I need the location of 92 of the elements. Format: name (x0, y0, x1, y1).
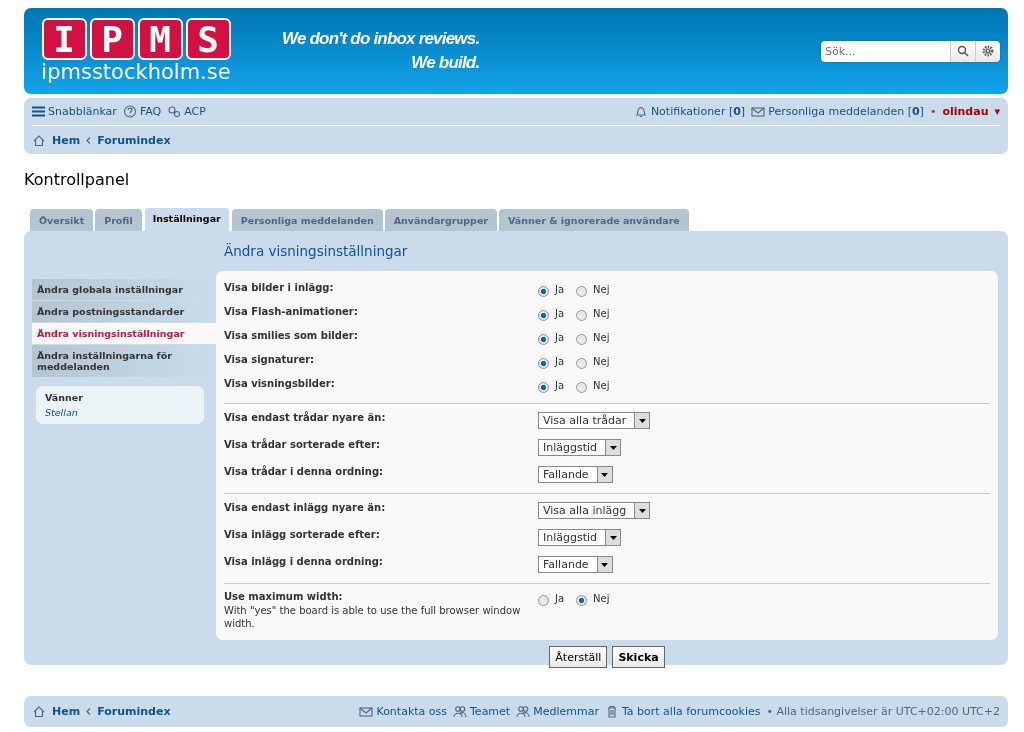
radio-option[interactable]: Nej (576, 378, 610, 393)
logo-letter: P (89, 18, 135, 60)
timezone-text: • Alla tidsangivelser är UTC+02:00 UTC+2 (766, 705, 1000, 718)
radio-option[interactable]: Ja (538, 354, 565, 369)
radio-button[interactable] (576, 382, 588, 393)
logo-domain: ipmsstockholm.se (41, 60, 231, 84)
panel-title: Ändra visningsinställningar (224, 243, 409, 259)
setting-label: Visa bilder i inlägg: (224, 282, 335, 293)
radio-button[interactable] (576, 334, 588, 345)
setting-label: Visa endast trådar nyare än: (224, 412, 387, 423)
people-icon (453, 705, 467, 718)
search-button[interactable] (950, 40, 975, 62)
sidebar-item[interactable]: Ändra visningsinställningar (32, 323, 216, 344)
dropdown[interactable]: Inläggstid (538, 529, 622, 546)
radio-button[interactable] (538, 310, 549, 321)
username-link[interactable]: olindau (942, 105, 989, 118)
acp-link[interactable]: ACP (167, 105, 206, 118)
radio-option[interactable]: Ja (538, 306, 565, 321)
breadcrumb-link[interactable]: Forumindex (97, 705, 171, 718)
radio-button[interactable] (538, 286, 549, 297)
setting-label: Visa trådar i denna ordning: (224, 466, 385, 477)
radio-option[interactable]: Ja (538, 591, 565, 606)
radio-option[interactable]: Ja (538, 378, 565, 393)
breadcrumb-link[interactable]: Forumindex (97, 133, 171, 147)
menu-icon (32, 106, 45, 117)
settings-button[interactable] (975, 40, 1000, 62)
setting-label: Visa visningsbilder: (224, 378, 336, 389)
slogan-text: We don't do inbox reviews. (282, 28, 480, 50)
setting-label: Visa endast inlägg nyare än: (224, 502, 387, 513)
radio-button[interactable] (538, 358, 549, 369)
footer-link[interactable]: Ta bort alla forumcookies (604, 705, 761, 718)
logo-letter: M (137, 18, 183, 60)
chevron-icon (86, 708, 92, 715)
radio-button[interactable] (538, 382, 549, 393)
dropdown[interactable]: Visa alla inlägg (538, 502, 651, 519)
tab[interactable]: Inställningar (143, 207, 230, 231)
radio-option[interactable]: Nej (576, 330, 610, 345)
page-title: Kontrollpanel (24, 170, 131, 189)
setting-label: Visa smilies som bilder: (224, 330, 359, 341)
search-icon (957, 45, 969, 57)
search-field[interactable]: Sök... (821, 40, 950, 62)
radio-button[interactable] (576, 595, 588, 606)
dropdown[interactable]: Visa alla trådar (538, 412, 651, 429)
help-icon (122, 105, 137, 118)
submit-button[interactable]: Skicka (612, 646, 665, 668)
setting-description: With "yes" the board is able to use the full browser window width. (224, 604, 522, 630)
messages-link[interactable]: Personliga meddelanden [0] (751, 105, 924, 118)
setting-label: Visa signaturer: (224, 354, 316, 365)
radio-button[interactable] (576, 286, 588, 297)
gears-icon (167, 105, 182, 118)
radio-option[interactable]: Nej (576, 354, 610, 369)
setting-label: Visa inlägg i denna ordning: (224, 556, 384, 567)
dropdown[interactable]: Fallande (538, 466, 613, 483)
envelope-icon (359, 705, 374, 718)
home-icon (32, 133, 46, 147)
friends-title: Vänner (45, 392, 84, 403)
logo-letter: S (185, 18, 231, 60)
breadcrumb-link[interactable]: Hem (52, 705, 81, 718)
quick-links-link[interactable]: Snabblänkar (32, 105, 117, 118)
breadcrumb-link[interactable]: Hem (52, 133, 81, 147)
radio-option[interactable]: Nej (576, 591, 610, 606)
radio-option[interactable]: Ja (538, 330, 565, 345)
footer-link[interactable]: Teamet (453, 705, 511, 718)
footer-link[interactable]: Medlemmar (516, 705, 599, 718)
people-icon (516, 705, 531, 718)
caret-icon[interactable]: ▾ (994, 105, 1000, 118)
envelope-icon (751, 105, 766, 118)
home-icon (32, 705, 46, 718)
setting-label: Visa inlägg sorterade efter: (224, 529, 381, 540)
radio-button[interactable] (576, 358, 588, 369)
radio-button[interactable] (576, 310, 588, 321)
separator-dot: • (929, 105, 937, 118)
radio-button[interactable] (538, 334, 549, 345)
radio-option[interactable]: Ja (538, 282, 565, 297)
settings-icon (982, 45, 994, 57)
radio-button[interactable] (538, 595, 549, 606)
dropdown[interactable]: Fallande (538, 556, 613, 573)
logo-letter: I (41, 18, 87, 60)
dropdown[interactable]: Inläggstid (538, 439, 622, 456)
setting-label: Visa Flash-animationer: (224, 306, 359, 317)
reset-button[interactable]: Återställ (549, 646, 608, 668)
faq-link[interactable]: FAQ (122, 105, 162, 118)
setting-label: Use maximum width: (224, 591, 344, 602)
friend-link[interactable]: Stellan (45, 407, 195, 418)
setting-label: Visa trådar sorterade efter: (224, 439, 381, 450)
bell-icon (633, 105, 648, 118)
slogan-text: We build. (411, 52, 480, 74)
chevron-icon (86, 136, 92, 144)
radio-option[interactable]: Nej (576, 282, 610, 297)
footer-link[interactable]: Kontakta oss (359, 705, 447, 718)
radio-option[interactable]: Nej (576, 306, 610, 321)
notifications-link[interactable]: Notifikationer [0] (633, 105, 746, 118)
